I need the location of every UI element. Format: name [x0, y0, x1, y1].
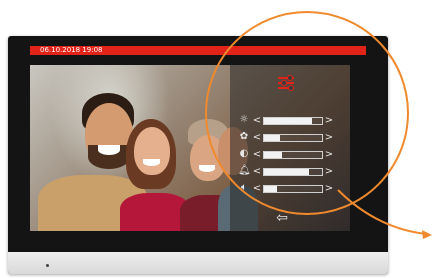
- home-button[interactable]: [46, 264, 49, 267]
- highlight-circle: [205, 11, 409, 215]
- date-time: 06.10.2018 19:08: [40, 46, 103, 54]
- device-bottom-bezel: [8, 252, 388, 274]
- callout-arrow: [337, 189, 432, 239]
